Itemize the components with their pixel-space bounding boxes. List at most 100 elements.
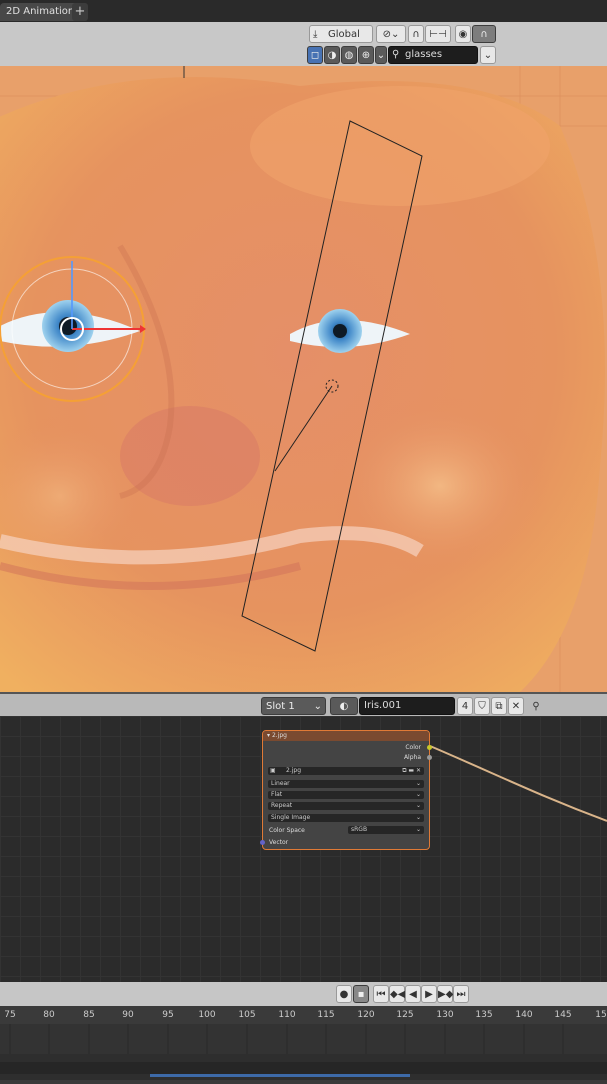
slot-dropdown[interactable]: Slot 1 ⌄ xyxy=(261,697,326,715)
play-button[interactable]: ▶ xyxy=(421,985,437,1003)
frame-tick: 120 xyxy=(357,1010,375,1020)
image-icon: ▣ xyxy=(270,767,276,774)
face-render xyxy=(0,66,607,692)
pin-button[interactable]: ⚲ xyxy=(528,697,544,715)
next-keyframe-icon: ▶◆ xyxy=(438,989,454,1000)
image-selector[interactable]: ▣ 2.jpg ⧉ ▬ ✕ xyxy=(268,767,424,775)
shading-options-button[interactable]: ⌄ xyxy=(375,46,387,64)
workspace-tab-2d-animation[interactable]: 2D Animation xyxy=(0,3,81,21)
keying-icon: ▪ xyxy=(357,989,365,1000)
frame-tick: 115 xyxy=(317,1010,335,1020)
image-texture-node[interactable]: ▾ 2.jpg Color Alpha ▣ 2.jpg ⧉ ▬ ✕ Linear… xyxy=(260,730,432,850)
interpolation-dropdown[interactable]: Linear ⌄ xyxy=(268,780,424,788)
color-space-dropdown[interactable]: sRGB ⌄ xyxy=(348,826,424,834)
3d-viewport[interactable] xyxy=(0,66,607,692)
keying-set-button[interactable]: ▪ xyxy=(353,985,369,1003)
proportional-edit-icon: ◉ xyxy=(458,29,468,40)
close-icon: ✕ xyxy=(511,701,521,712)
jump-end-button[interactable]: ⏭ xyxy=(453,985,469,1003)
transform-orientation-dropdown[interactable]: Global ⤓ xyxy=(309,25,373,43)
chevron-down-icon: ⌄ xyxy=(376,50,386,61)
material-name-field[interactable]: Iris.001 xyxy=(359,697,455,715)
proportional-edit-toggle[interactable]: ◉ xyxy=(455,25,471,43)
timeline-ruler[interactable]: 75 80 85 90 95 100 105 110 115 120 125 1… xyxy=(0,1006,607,1024)
frame-tick: 110 xyxy=(278,1010,296,1020)
shield-icon: ⛉ xyxy=(478,701,486,712)
jump-start-button[interactable]: ⏮ xyxy=(373,985,389,1003)
node-header[interactable]: ▾ 2.jpg xyxy=(263,731,429,741)
fake-user-button[interactable]: ⛉ xyxy=(474,697,490,715)
duplicate-material-button[interactable]: ⧉ xyxy=(491,697,507,715)
unlink-material-button[interactable]: ✕ xyxy=(508,697,524,715)
chevron-down-icon: ⌄ xyxy=(483,50,493,61)
interpolation-value: Linear xyxy=(271,780,290,787)
pivot-dropdown[interactable]: ⊘⌄ xyxy=(376,25,406,43)
color-space-label: Color Space xyxy=(269,827,305,834)
timeline-body[interactable] xyxy=(0,1024,607,1080)
frame-tick: 75 xyxy=(4,1010,16,1020)
user-count-button[interactable]: 4 xyxy=(457,697,473,715)
frame-tick: 135 xyxy=(475,1010,493,1020)
image-name: 2.jpg xyxy=(286,767,302,774)
chevron-down-icon: ⌄ xyxy=(415,826,421,833)
play-reverse-icon: ◀ xyxy=(409,989,417,1000)
chevron-down-icon: ⌄ xyxy=(415,780,421,787)
projection-value: Flat xyxy=(271,791,283,798)
snap-target-dropdown[interactable]: ⊢⊣ xyxy=(425,25,451,43)
output-color-socket[interactable] xyxy=(427,745,432,750)
globe-icon: ⊕ xyxy=(361,50,371,61)
jump-end-icon: ⏭ xyxy=(456,989,466,1000)
input-vector-socket[interactable] xyxy=(260,840,265,845)
next-keyframe-button[interactable]: ▶◆ xyxy=(437,985,453,1003)
auto-keying-button[interactable]: ● xyxy=(336,985,352,1003)
falloff-dropdown[interactable]: ∩ xyxy=(472,25,496,43)
projection-dropdown[interactable]: Flat ⌄ xyxy=(268,791,424,799)
image-actions-icon: ⧉ ▬ ✕ xyxy=(402,767,421,774)
search-value: glasses xyxy=(405,49,443,60)
jump-start-icon: ⏮ xyxy=(376,989,386,1000)
shading-solid-button[interactable]: ◑ xyxy=(324,46,340,64)
shader-editor-header: Slot 1 ⌄ ◐ Iris.001 4 ⛉ ⧉ ✕ ⚲ xyxy=(0,692,607,718)
output-color-label: Color xyxy=(405,744,421,751)
prev-keyframe-icon: ◆◀ xyxy=(390,989,406,1000)
user-count: 4 xyxy=(461,701,469,712)
shading-wireframe-button[interactable]: ◻ xyxy=(307,46,323,64)
magnet-icon: ∩ xyxy=(412,29,420,40)
filter-dropdown[interactable]: ⌄ xyxy=(480,46,496,64)
extension-value: Repeat xyxy=(271,802,293,809)
extension-dropdown[interactable]: Repeat ⌄ xyxy=(268,802,424,810)
shading-material-button[interactable]: ◍ xyxy=(341,46,357,64)
sphere-icon: ◍ xyxy=(344,50,354,61)
frame-tick: 105 xyxy=(238,1010,256,1020)
shading-rendered-button[interactable]: ⊕ xyxy=(358,46,374,64)
material-sphere-icon: ◐ xyxy=(339,701,349,712)
source-dropdown[interactable]: Single Image ⌄ xyxy=(268,814,424,822)
frame-tick: 90 xyxy=(122,1010,134,1020)
color-space-value: sRGB xyxy=(351,826,368,833)
material-name: Iris.001 xyxy=(364,700,402,711)
prev-keyframe-button[interactable]: ◆◀ xyxy=(389,985,405,1003)
pivot-chevron-icon: ⌄ xyxy=(391,29,400,40)
frame-tick: 140 xyxy=(515,1010,533,1020)
outliner-search-field[interactable]: ⚲ glasses xyxy=(388,46,478,64)
timeline-grid xyxy=(0,1024,607,1077)
node-title: 2.jpg xyxy=(271,732,287,739)
frame-tick: 145 xyxy=(554,1010,572,1020)
output-alpha-socket[interactable] xyxy=(427,755,432,760)
frame-tick: 130 xyxy=(436,1010,454,1020)
pin-icon: ⚲ xyxy=(532,701,540,712)
chevron-down-icon: ⌄ xyxy=(415,791,421,798)
material-browse-button[interactable]: ◐ xyxy=(330,697,358,715)
orientation-icon: ⤓ xyxy=(313,29,318,40)
record-icon: ● xyxy=(339,989,349,1000)
snap-toggle[interactable]: ∩ xyxy=(408,25,424,43)
chevron-down-icon: ⌄ xyxy=(415,802,421,809)
play-reverse-button[interactable]: ◀ xyxy=(405,985,421,1003)
falloff-curve-icon: ∩ xyxy=(480,29,488,40)
snap-increment-icon: ⊢⊣ xyxy=(429,29,447,40)
workspace-tab-bar: 2D Animation + xyxy=(0,0,607,23)
frame-tick: 100 xyxy=(198,1010,216,1020)
output-alpha-label: Alpha xyxy=(403,754,421,761)
frame-tick: 80 xyxy=(43,1010,55,1020)
add-workspace-button[interactable]: + xyxy=(72,3,88,21)
